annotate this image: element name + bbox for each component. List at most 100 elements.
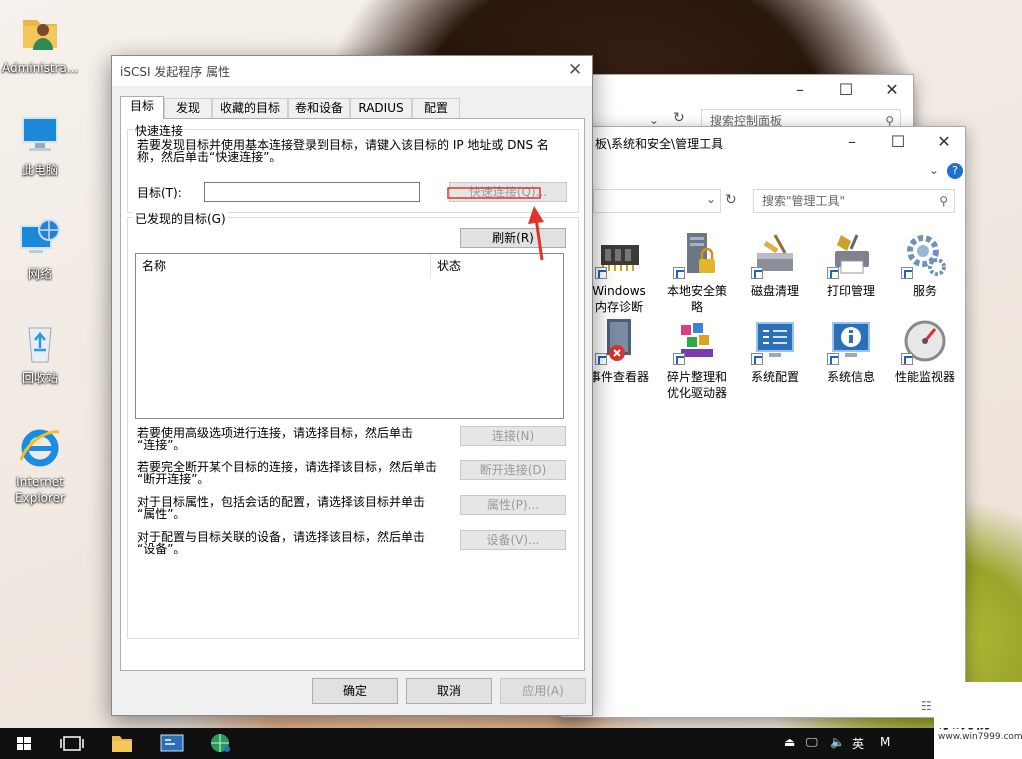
minimize-button[interactable]: – [829, 127, 875, 157]
globe-network-icon [211, 734, 230, 752]
search-icon: ⚲ [939, 194, 948, 208]
desktop-icon-label: 网络 [27, 267, 52, 281]
apply-button-label: 应用(A) [522, 684, 564, 698]
discovered-targets-label: 已发现的目标(G) [133, 210, 228, 227]
admin-tools-search-input[interactable]: 搜索"管理工具" ⚲ [753, 189, 955, 213]
desktop-icon-label: Administra... [2, 61, 79, 75]
tool-system-information[interactable]: 系统信息 [811, 317, 891, 385]
watermark-badge: 系统粉 www.win7999.com [934, 686, 1022, 759]
tab-favorite-targets[interactable]: 收藏的目标 [212, 98, 288, 118]
tool-services[interactable]: 服务 [885, 231, 965, 299]
computer-icon [17, 112, 63, 158]
tool-label-line1: 系统信息 [826, 370, 875, 384]
volume-icon[interactable]: 🔈 [830, 735, 845, 749]
ime-indicator[interactable]: 英 [852, 735, 864, 752]
tab-radius[interactable]: RADIUS [350, 98, 412, 118]
desktop-icon-recycle-bin[interactable]: 回收站 [2, 320, 78, 386]
network-tray-icon[interactable]: 🖵 [806, 735, 818, 750]
close-button[interactable]: ✕ [921, 127, 967, 157]
desktop-icon-network[interactable]: 网络 [2, 216, 78, 282]
tab-discovery[interactable]: 发现 [164, 98, 212, 118]
cancel-button[interactable]: 取消 [406, 678, 492, 704]
shortcut-arrow-icon [751, 353, 763, 365]
usb-device-icon[interactable]: ⏏ [784, 735, 795, 749]
tab-targets[interactable]: 目标 [120, 96, 164, 119]
memory-chip-icon [595, 231, 643, 279]
user-folder-icon [17, 10, 63, 56]
start-button[interactable] [0, 728, 48, 759]
tool-label-line1: 打印管理 [826, 284, 875, 298]
shortcut-arrow-icon [673, 267, 685, 279]
recycle-bin-icon [17, 320, 63, 366]
task-view-icon [60, 736, 84, 751]
minimize-button[interactable]: – [777, 75, 823, 105]
refresh-icon[interactable]: ↻ [673, 110, 685, 126]
tool-print-management[interactable]: 打印管理 [811, 231, 891, 299]
shortcut-arrow-icon [827, 353, 839, 365]
tool-label-line1: 本地安全策 [666, 284, 727, 298]
tool-system-configuration[interactable]: 系统配置 [735, 317, 815, 385]
tab-volumes-devices[interactable]: 卷和设备 [288, 98, 350, 118]
properties-button[interactable]: 属性(P)... [460, 495, 566, 515]
desktop-icon-this-pc[interactable]: 此电脑 [2, 112, 78, 178]
refresh-icon[interactable]: ↻ [725, 192, 737, 208]
tool-defragment[interactable]: 碎片整理和 优化驱动器 [657, 317, 737, 401]
task-view-button[interactable] [48, 728, 96, 759]
windows-logo-icon [17, 737, 31, 750]
expand-ribbon-icon[interactable]: ⌄ [929, 163, 939, 177]
taskbar-file-explorer[interactable] [98, 728, 146, 759]
annotation-arrow [447, 187, 544, 261]
tool-disk-cleanup[interactable]: 磁盘清理 [735, 231, 815, 299]
performance-monitor-icon [901, 317, 949, 365]
properties-description-line2: “属性”。 [137, 507, 186, 521]
desktop-icon-internet-explorer[interactable]: Internet Explorer [2, 424, 78, 506]
system-config-icon [751, 317, 799, 365]
dialog-title: iSCSI 发起程序 属性 [120, 65, 231, 79]
target-input[interactable] [204, 182, 420, 202]
taskbar-iscsi-initiator[interactable] [196, 728, 244, 759]
column-header-name[interactable]: 名称 [136, 254, 431, 278]
properties-button-label: 属性(P)... [486, 498, 540, 512]
disconnect-description-line2: “断开连接”。 [137, 472, 210, 486]
defrag-icon [673, 317, 721, 365]
quick-connect-description-line2: 称，然后单击“快速连接”。 [137, 150, 282, 164]
taskbar-control-panel[interactable] [148, 728, 196, 759]
discovered-targets-list[interactable]: 名称 状态 [135, 253, 564, 419]
desktop-icon-administrator[interactable]: Administra... [2, 10, 78, 76]
connect-description-line2: “连接”。 [137, 438, 186, 452]
dropdown-chevron-icon[interactable]: ⌄ [649, 113, 659, 127]
ok-button-label: 确定 [342, 684, 367, 698]
help-icon[interactable]: ? [947, 163, 963, 179]
tool-performance-monitor[interactable]: 性能监视器 [885, 317, 965, 385]
desktop-icon-label: 此电脑 [21, 163, 58, 177]
ime-mode-indicator[interactable]: M [880, 735, 890, 749]
shortcut-arrow-icon [901, 267, 913, 279]
breadcrumb: 板\系统和安全\管理工具 [595, 137, 724, 151]
ok-button[interactable]: 确定 [312, 678, 398, 704]
disconnect-button[interactable]: 断开连接(D) [460, 460, 566, 480]
address-bar[interactable]: ⌄ [593, 189, 721, 213]
shortcut-arrow-icon [595, 353, 607, 365]
tool-local-security-policy[interactable]: 本地安全策 略 [657, 231, 737, 315]
maximize-button[interactable]: ☐ [875, 127, 921, 157]
close-button[interactable]: ✕ [869, 75, 915, 105]
folder-icon [112, 736, 132, 752]
tab-configuration[interactable]: 配置 [412, 98, 460, 118]
tool-label-line2: 优化驱动器 [666, 386, 727, 400]
devices-button[interactable]: 设备(V)... [460, 530, 566, 550]
devices-button-label: 设备(V)... [486, 533, 540, 547]
dropdown-chevron-icon[interactable]: ⌄ [706, 192, 716, 206]
connect-button[interactable]: 连接(N) [460, 426, 566, 446]
close-icon[interactable]: ✕ [568, 60, 582, 80]
iscsi-initiator-properties-dialog: iSCSI 发起程序 属性 ✕ 目标 发现 收藏的目标 卷和设备 RADIUS … [111, 55, 593, 716]
taskbar: ⏏ 🖵 🔈 英 M 系统粉 www.win7999.com [0, 686, 1022, 759]
tool-label-line1: 服务 [912, 284, 937, 298]
desktop-icon-label-line2: Explorer [15, 491, 65, 505]
event-viewer-icon [595, 317, 643, 365]
apply-button[interactable]: 应用(A) [500, 678, 586, 704]
connect-button-label: 连接(N) [491, 429, 535, 443]
dialog-titlebar: iSCSI 发起程序 属性 ✕ [112, 56, 592, 86]
maximize-button[interactable]: ☐ [823, 75, 869, 105]
search-placeholder: 搜索"管理工具" [762, 194, 846, 208]
tool-label-line1: 系统配置 [750, 370, 799, 384]
